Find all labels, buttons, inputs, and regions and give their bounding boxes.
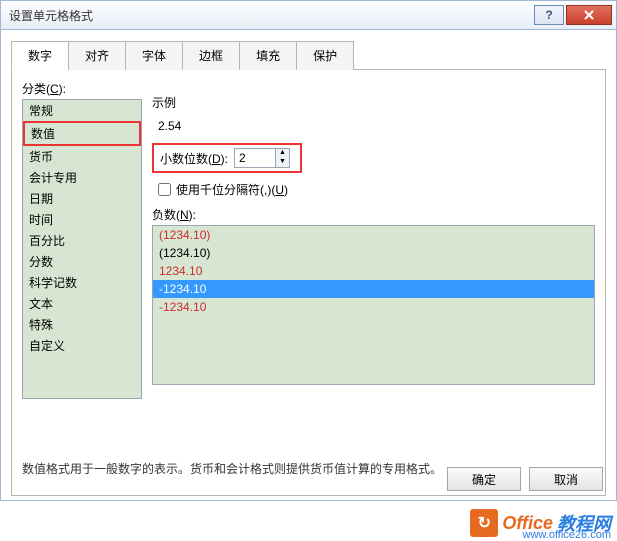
ok-button[interactable]: 确定 (447, 467, 521, 491)
tab-3[interactable]: 边框 (182, 41, 240, 70)
watermark-url: www.office26.com (523, 529, 611, 541)
sample-label: 示例 (152, 94, 595, 111)
window-title: 设置单元格格式 (9, 7, 532, 24)
decimals-row: 小数位数(D): ▲ ▼ (152, 143, 302, 173)
cancel-button[interactable]: 取消 (529, 467, 603, 491)
thousands-label[interactable]: 使用千位分隔符(,)(U) (176, 181, 288, 198)
tab-panel-number: 分类(C): 常规数值货币会计专用日期时间百分比分数科学记数文本特殊自定义 示例… (11, 70, 606, 496)
tab-4[interactable]: 填充 (239, 41, 297, 70)
tab-strip: 数字对齐字体边框填充保护 (11, 40, 606, 70)
spin-up-icon[interactable]: ▲ (275, 149, 289, 158)
tab-0[interactable]: 数字 (11, 41, 69, 70)
thousands-checkbox[interactable] (158, 183, 171, 196)
category-item[interactable]: 分数 (23, 251, 141, 272)
tab-1[interactable]: 对齐 (68, 41, 126, 70)
negative-item[interactable]: -1234.10 (153, 298, 594, 316)
category-item[interactable]: 时间 (23, 209, 141, 230)
dialog-buttons: 确定 取消 (447, 467, 603, 491)
close-icon (584, 10, 594, 20)
category-item[interactable]: 科学记数 (23, 272, 141, 293)
watermark-logo-icon: ↻ (470, 509, 498, 537)
negative-item[interactable]: (1234.10) (153, 226, 594, 244)
category-item[interactable]: 特殊 (23, 314, 141, 335)
spin-down-icon[interactable]: ▼ (275, 158, 289, 167)
close-button[interactable] (566, 5, 612, 25)
decimals-input[interactable] (235, 149, 275, 167)
negative-label: 负数(N): (152, 206, 595, 223)
category-label: 分类(C): (22, 80, 142, 97)
category-item[interactable]: 日期 (23, 188, 141, 209)
category-item[interactable]: 文本 (23, 293, 141, 314)
negative-item[interactable]: (1234.10) (153, 244, 594, 262)
category-item[interactable]: 常规 (23, 100, 141, 121)
titlebar: 设置单元格格式 ? (0, 0, 617, 30)
category-item[interactable]: 数值 (23, 121, 141, 146)
decimals-spinner[interactable]: ▲ ▼ (234, 148, 290, 168)
category-listbox[interactable]: 常规数值货币会计专用日期时间百分比分数科学记数文本特殊自定义 (22, 99, 142, 399)
category-item[interactable]: 百分比 (23, 230, 141, 251)
category-item[interactable]: 货币 (23, 146, 141, 167)
negative-item[interactable]: -1234.10 (153, 280, 594, 298)
help-button[interactable]: ? (534, 5, 564, 25)
decimals-label: 小数位数(D): (160, 150, 228, 167)
tab-5[interactable]: 保护 (296, 41, 354, 70)
sample-value: 2.54 (152, 113, 595, 143)
negative-listbox[interactable]: (1234.10)(1234.10)1234.10-1234.10-1234.1… (152, 225, 595, 385)
category-item[interactable]: 会计专用 (23, 167, 141, 188)
tab-2[interactable]: 字体 (125, 41, 183, 70)
negative-item[interactable]: 1234.10 (153, 262, 594, 280)
dialog-client: 数字对齐字体边框填充保护 分类(C): 常规数值货币会计专用日期时间百分比分数科… (0, 30, 617, 501)
category-item[interactable]: 自定义 (23, 335, 141, 356)
